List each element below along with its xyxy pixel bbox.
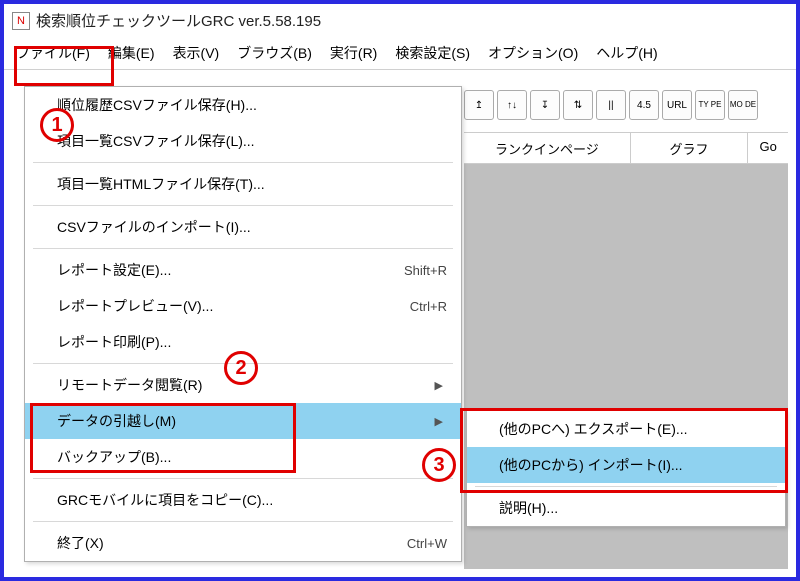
menu-item-label: データの引越し(M) [57, 411, 176, 431]
menu-file[interactable]: ファイル(F) [8, 39, 98, 67]
menu-item-label: 項目一覧CSVファイル保存(L)... [57, 131, 255, 151]
menu-item-backup[interactable]: バックアップ(B)... [25, 439, 461, 475]
menu-separator [33, 521, 453, 522]
menu-item-data-migration[interactable]: データの引越し(M) ▶ [25, 403, 461, 439]
menu-item-label: (他のPCから) インポート(I)... [499, 455, 683, 475]
menu-separator [33, 248, 453, 249]
menu-search-settings[interactable]: 検索設定(S) [387, 39, 478, 67]
submenu-arrow-icon: ▶ [435, 415, 447, 428]
title-bar: N 検索順位チェックツールGRC ver.5.58.195 [4, 4, 796, 37]
menu-item-label: レポートプレビュー(V)... [57, 296, 213, 316]
menu-item-report-preview[interactable]: レポートプレビュー(V)... Ctrl+R [25, 288, 461, 324]
menu-separator [33, 363, 453, 364]
menu-view[interactable]: 表示(V) [165, 39, 228, 67]
menu-item-label: 項目一覧HTMLファイル保存(T)... [57, 174, 265, 194]
submenu-item-import[interactable]: (他のPCから) インポート(I)... [467, 447, 785, 483]
menu-separator [475, 486, 777, 487]
toolbar-btn-45[interactable]: 4.5 [629, 90, 659, 120]
menu-shortcut: Ctrl+R [410, 299, 447, 314]
submenu-item-help[interactable]: 説明(H)... [467, 490, 785, 526]
toolbar-btn-columns[interactable]: || [596, 90, 626, 120]
menu-item-remote-data[interactable]: リモートデータ閲覧(R) ▶ [25, 367, 461, 403]
col-rank-in-page[interactable]: ランクインページ [464, 133, 631, 163]
menu-shortcut: Shift+R [404, 263, 447, 278]
menu-separator [33, 162, 453, 163]
toolbar-btn-bottom[interactable]: ↧ [530, 90, 560, 120]
menu-bar: ファイル(F) 編集(E) 表示(V) ブラウズ(B) 実行(R) 検索設定(S… [4, 37, 796, 70]
menu-item-label: (他のPCへ) エクスポート(E)... [499, 419, 688, 439]
menu-separator [33, 205, 453, 206]
menu-item-save-list-csv[interactable]: 項目一覧CSVファイル保存(L)... [25, 123, 461, 159]
data-migration-submenu: (他のPCへ) エクスポート(E)... (他のPCから) インポート(I)..… [466, 410, 786, 527]
toolbar-btn-updown[interactable]: ↑↓ [497, 90, 527, 120]
toolbar-btn-type[interactable]: TY PE [695, 90, 725, 120]
toolbar-btn-top[interactable]: ↥ [464, 90, 494, 120]
menu-item-label: レポート設定(E)... [57, 260, 171, 280]
col-graph[interactable]: グラフ [631, 133, 749, 163]
menu-item-report-print[interactable]: レポート印刷(P)... [25, 324, 461, 360]
menu-item-report-settings[interactable]: レポート設定(E)... Shift+R [25, 252, 461, 288]
app-frame: N 検索順位チェックツールGRC ver.5.58.195 ファイル(F) 編集… [0, 0, 800, 581]
file-menu-dropdown: 順位履歴CSVファイル保存(H)... 項目一覧CSVファイル保存(L)... … [24, 86, 462, 562]
menu-item-label: レポート印刷(P)... [57, 332, 171, 352]
menu-separator [33, 478, 453, 479]
menu-item-label: 説明(H)... [499, 498, 558, 518]
app-icon: N [12, 12, 30, 30]
menu-item-label: バックアップ(B)... [57, 447, 171, 467]
toolbar: ↥ ↑↓ ↧ ⇅ || 4.5 URL TY PE MO DE [464, 88, 788, 122]
menu-run[interactable]: 実行(R) [322, 39, 385, 67]
menu-help[interactable]: ヘルプ(H) [588, 39, 665, 67]
toolbar-btn-sort[interactable]: ⇅ [563, 90, 593, 120]
column-headers: ランクインページ グラフ Go [464, 132, 788, 164]
menu-item-label: 順位履歴CSVファイル保存(H)... [57, 95, 257, 115]
menu-shortcut: Ctrl+W [407, 536, 447, 551]
menu-item-label: 終了(X) [57, 533, 104, 553]
menu-browse[interactable]: ブラウズ(B) [229, 39, 320, 67]
menu-item-save-list-html[interactable]: 項目一覧HTMLファイル保存(T)... [25, 166, 461, 202]
submenu-arrow-icon: ▶ [435, 379, 447, 392]
menu-item-save-rank-csv[interactable]: 順位履歴CSVファイル保存(H)... [25, 87, 461, 123]
menu-options[interactable]: オプション(O) [480, 39, 586, 67]
col-google[interactable]: Go [748, 133, 788, 163]
app-title: 検索順位チェックツールGRC ver.5.58.195 [36, 10, 321, 31]
toolbar-btn-mode[interactable]: MO DE [728, 90, 758, 120]
menu-edit[interactable]: 編集(E) [100, 39, 163, 67]
menu-item-label: リモートデータ閲覧(R) [57, 375, 202, 395]
menu-item-import-csv[interactable]: CSVファイルのインポート(I)... [25, 209, 461, 245]
submenu-item-export[interactable]: (他のPCへ) エクスポート(E)... [467, 411, 785, 447]
menu-item-label: CSVファイルのインポート(I)... [57, 217, 251, 237]
toolbar-btn-url[interactable]: URL [662, 90, 692, 120]
menu-item-exit[interactable]: 終了(X) Ctrl+W [25, 525, 461, 561]
menu-item-copy-to-grc-mobile[interactable]: GRCモバイルに項目をコピー(C)... [25, 482, 461, 518]
menu-item-label: GRCモバイルに項目をコピー(C)... [57, 490, 273, 510]
